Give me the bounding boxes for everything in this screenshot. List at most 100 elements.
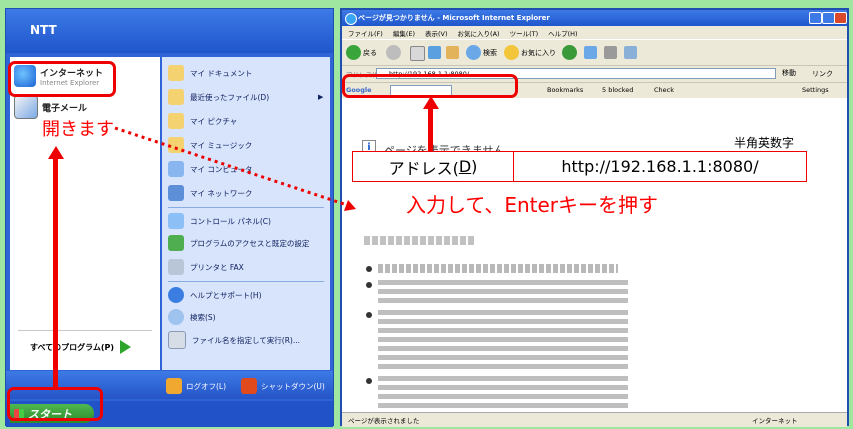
logoff-icon: [166, 378, 182, 394]
address-cell-suffix: ): [471, 157, 478, 176]
mail-icon[interactable]: [584, 46, 597, 59]
start-menu-left-pane: インターネット Internet Explorer 電子メール すべてのプログラ…: [10, 57, 160, 370]
menu-my-pictures[interactable]: マイ ピクチャ: [168, 113, 237, 129]
history-icon[interactable]: [562, 45, 577, 60]
menu-tools[interactable]: ツール(T): [510, 28, 539, 38]
address-cell-label: アドレス(D): [353, 152, 514, 181]
menu-label: コントロール パネル(C): [190, 216, 271, 226]
popup-blocked-button[interactable]: 5 blocked: [602, 86, 633, 94]
menu-run[interactable]: ファイル名を指定して実行(R)...: [168, 331, 300, 349]
green-arrow-icon: [120, 340, 132, 354]
bullet: [366, 266, 372, 272]
menu-my-music[interactable]: マイ ミュージック: [168, 137, 252, 153]
print-icon[interactable]: [604, 46, 617, 59]
folder-icon: [168, 65, 184, 81]
pinned-email-label: 電子メール: [42, 103, 88, 114]
all-programs[interactable]: すべてのプログラム(P): [30, 340, 132, 354]
menu-control-panel[interactable]: コントロール パネル(C): [168, 213, 271, 229]
menu-my-network[interactable]: マイ ネットワーク: [168, 185, 252, 201]
menu-printers[interactable]: プリンタと FAX: [168, 259, 244, 275]
menu-label: マイ ドキュメント: [190, 68, 253, 78]
address-cell-key: D: [458, 157, 472, 176]
settings-button[interactable]: Settings: [802, 86, 829, 94]
ie-title-text: ページが見つかりません - Microsoft Internet Explore…: [358, 14, 550, 22]
email-icon: [14, 95, 38, 119]
all-programs-label: すべてのプログラム(P): [30, 342, 115, 352]
hankaku-label: 半角英数字: [734, 136, 795, 150]
bookmarks-button[interactable]: Bookmarks: [547, 86, 583, 94]
menu-program-access[interactable]: プログラムのアクセスと既定の設定: [168, 235, 310, 251]
ie-status-bar: ページが表示されました インターネット: [342, 412, 847, 427]
separator: [168, 281, 324, 282]
menu-label: マイ ピクチャ: [190, 116, 238, 126]
user-name: NTT: [30, 23, 57, 37]
open-label: 開きます: [42, 119, 114, 140]
menu-help[interactable]: ヘルプ(H): [548, 28, 577, 38]
back-label: 戻る: [363, 49, 377, 57]
menu-label: プリンタと FAX: [190, 262, 244, 272]
address-instruction-table: アドレス(D) http://192.168.1.1:8080/: [352, 151, 807, 182]
menu-label: プログラムのアクセスと既定の設定: [190, 238, 310, 248]
arrow-shaft: [428, 108, 433, 152]
menu-favorites[interactable]: お気に入り(A): [458, 28, 500, 38]
search-icon: [168, 309, 184, 325]
links-label[interactable]: リンク: [812, 69, 833, 79]
logoff-label: ログオフ(L): [186, 381, 227, 391]
status-text: ページが表示されました: [348, 417, 420, 425]
back-icon[interactable]: [346, 45, 361, 60]
menu-label: 検索(S): [190, 312, 216, 322]
shutdown-label: シャットダウン(U): [261, 381, 325, 391]
blurred-text: [378, 310, 628, 372]
go-button[interactable]: 移動: [782, 68, 796, 78]
menu-label: ファイル名を指定して実行(R)...: [192, 335, 300, 345]
forward-icon[interactable]: [386, 45, 401, 60]
stop-icon[interactable]: [410, 46, 425, 61]
favorites-icon[interactable]: [504, 45, 519, 60]
bullet: [366, 312, 372, 318]
menu-search[interactable]: 検索(S): [168, 309, 216, 325]
search-icon[interactable]: [466, 45, 481, 60]
search-label: 検索: [483, 49, 497, 57]
close-button[interactable]: [834, 12, 847, 24]
refresh-icon[interactable]: [428, 46, 441, 59]
menu-label: ヘルプとサポート(H): [190, 290, 262, 300]
folder-icon: [168, 113, 184, 129]
menu-file[interactable]: ファイル(F): [348, 28, 383, 38]
shutdown-button[interactable]: シャットダウン(U): [241, 378, 325, 394]
ie-toolbar: 戻る 検索 お気に入り: [342, 39, 847, 65]
blurred-text: [378, 280, 628, 306]
home-icon[interactable]: [446, 46, 459, 59]
help-icon: [168, 287, 184, 303]
edit-icon[interactable]: [624, 46, 637, 59]
menu-help[interactable]: ヘルプとサポート(H): [168, 287, 262, 303]
menu-label: マイ コンピュータ: [190, 164, 253, 174]
start-menu-right-pane: マイ ドキュメント 最近使ったファイル(D) ▶ マイ ピクチャ マイ ミュージ…: [162, 57, 330, 370]
arrow-shaft: [53, 159, 58, 389]
arrow-up-icon: [48, 146, 64, 159]
menu-recent-files[interactable]: 最近使ったファイル(D) ▶: [168, 89, 323, 105]
logoff-button[interactable]: ログオフ(L): [166, 378, 226, 394]
blurred-text: [378, 264, 618, 273]
program-access-icon: [168, 235, 184, 251]
blurred-text: [378, 376, 628, 410]
highlight-start-button: [7, 387, 103, 421]
ie-title-bar: ページが見つかりません - Microsoft Internet Explore…: [342, 10, 847, 26]
menu-label: 最近使ったファイル(D): [190, 92, 270, 102]
start-menu-header: NTT: [6, 9, 333, 53]
menu-my-computer[interactable]: マイ コンピュータ: [168, 161, 252, 177]
menu-view[interactable]: 表示(V): [425, 28, 448, 38]
address-cell-prefix: アドレス(: [388, 158, 459, 178]
bullet: [366, 378, 372, 384]
run-icon: [168, 331, 186, 349]
menu-label: マイ ミュージック: [190, 140, 253, 150]
highlight-address-bar: [342, 74, 518, 98]
check-button[interactable]: Check: [654, 86, 674, 94]
menu-label: マイ ネットワーク: [190, 188, 253, 198]
menu-edit[interactable]: 編集(E): [393, 28, 415, 38]
minimize-button[interactable]: [809, 12, 822, 24]
power-icon: [241, 378, 257, 394]
menu-my-documents[interactable]: マイ ドキュメント: [168, 65, 252, 81]
address-cell-value: http://192.168.1.1:8080/: [561, 157, 759, 176]
folder-icon: [168, 137, 184, 153]
highlight-internet: [8, 61, 116, 97]
